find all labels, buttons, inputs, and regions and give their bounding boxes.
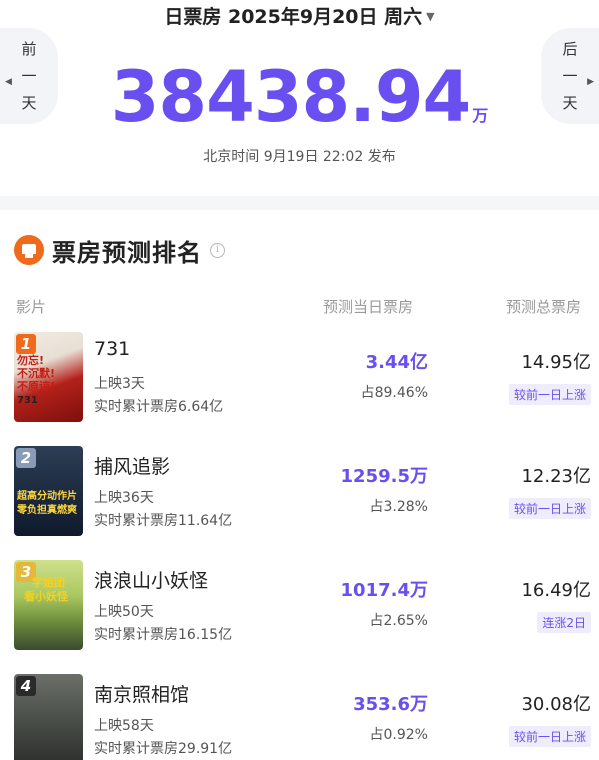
film-days: 上映50天 <box>94 604 154 620</box>
film-row[interactable]: 1 勿忘! 不沉默! 不原谅! 731 731 上映3天 实时累计票房6.64亿… <box>0 332 599 445</box>
total-box-office: 38438.94 万 <box>0 56 599 138</box>
film-days: 上映58天 <box>94 718 154 734</box>
rank-badge: 1 <box>16 334 36 354</box>
poster-tagline: 不原谅! <box>17 380 56 393</box>
rank-badge: 4 <box>16 676 36 696</box>
trend-badge: 较前一日上涨 <box>508 498 591 519</box>
trend-badge: 较前一日上涨 <box>508 726 591 747</box>
film-poster[interactable]: 2 超高分动作片 零负担真燃爽 <box>14 446 83 536</box>
trend-badge: 连涨2日 <box>537 612 591 633</box>
day-forecast-value: 1259.5万 <box>340 466 428 487</box>
total-box-office-unit: 万 <box>472 106 489 125</box>
film-name[interactable]: 捕风追影 <box>94 452 170 479</box>
poster-tagline: 超高分动作片 <box>17 491 77 502</box>
poster-tagline: 学姐团 <box>32 576 65 589</box>
film-days: 上映36天 <box>94 490 154 506</box>
poster-tagline: 看小妖怪 <box>24 590 68 603</box>
film-poster[interactable]: 4 <box>14 674 83 760</box>
section-divider <box>0 196 599 210</box>
poster-title: 731 <box>17 395 38 406</box>
section-header: 票房预测排名 i <box>14 230 225 270</box>
date-selector[interactable]: 日票房 2025年9月20日 周六 ▼ <box>0 2 599 29</box>
total-forecast-value: 12.23亿 <box>521 466 591 487</box>
film-cumulative: 实时累计票房6.64亿 <box>94 399 224 415</box>
day-forecast-share: 占3.28% <box>369 499 428 515</box>
film-name[interactable]: 南京照相馆 <box>94 680 189 707</box>
day-forecast-value: 3.44亿 <box>365 352 428 373</box>
publish-note: 北京时间 9月19日 22:02 发布 <box>203 149 396 165</box>
film-row[interactable]: 2 超高分动作片 零负担真燃爽 捕风追影 上映36天 实时累计票房11.64亿 … <box>0 446 599 559</box>
film-row[interactable]: 3 学姐团 看小妖怪 浪浪山小妖怪 上映50天 实时累计票房16.15亿 101… <box>0 560 599 673</box>
total-forecast-value: 16.49亿 <box>521 580 591 601</box>
film-poster[interactable]: 1 勿忘! 不沉默! 不原谅! 731 <box>14 332 83 422</box>
column-header-total-forecast: 预测总票房 <box>506 298 582 316</box>
total-forecast-value: 14.95亿 <box>521 352 591 373</box>
column-header-film: 影片 <box>16 298 47 316</box>
day-forecast-share: 占2.65% <box>369 613 428 629</box>
film-cumulative: 实时累计票房29.91亿 <box>94 741 233 757</box>
film-poster[interactable]: 3 学姐团 看小妖怪 <box>14 560 83 650</box>
film-row[interactable]: 4 南京照相馆 上映58天 实时累计票房29.91亿 353.6万 占0.92%… <box>0 674 599 760</box>
poster-tagline: 零负担真燃爽 <box>17 505 77 516</box>
date-label[interactable]: 日票房 2025年9月20日 周六 <box>164 6 422 28</box>
day-forecast-value: 1017.4万 <box>340 580 428 601</box>
info-icon[interactable]: i <box>210 242 225 258</box>
box-office-logo-icon <box>14 235 44 265</box>
film-cumulative: 实时累计票房16.15亿 <box>94 627 233 643</box>
film-name[interactable]: 浪浪山小妖怪 <box>94 566 208 593</box>
poster-tagline: 勿忘! <box>17 354 45 367</box>
poster-tagline: 不沉默! <box>17 367 56 380</box>
film-days: 上映3天 <box>94 376 145 392</box>
rank-badge: 2 <box>16 448 36 468</box>
day-forecast-share: 占0.92% <box>369 727 428 743</box>
film-name[interactable]: 731 <box>94 338 130 360</box>
column-header-day-forecast: 预测当日票房 <box>323 298 414 316</box>
section-title: 票房预测排名 <box>52 238 202 267</box>
total-box-office-value: 38438.94 <box>110 56 472 138</box>
day-forecast-value: 353.6万 <box>353 694 428 715</box>
trend-badge: 较前一日上涨 <box>508 384 591 405</box>
daily-box-office-header: 日票房 2025年9月20日 周六 ▼ ◀ 前 一 天 ▶ 后 一 天 38438… <box>0 0 599 196</box>
day-forecast-share: 占89.46% <box>360 385 428 401</box>
caret-down-icon[interactable]: ▼ <box>426 10 434 23</box>
total-forecast-value: 30.08亿 <box>521 694 591 715</box>
film-cumulative: 实时累计票房11.64亿 <box>94 513 233 529</box>
